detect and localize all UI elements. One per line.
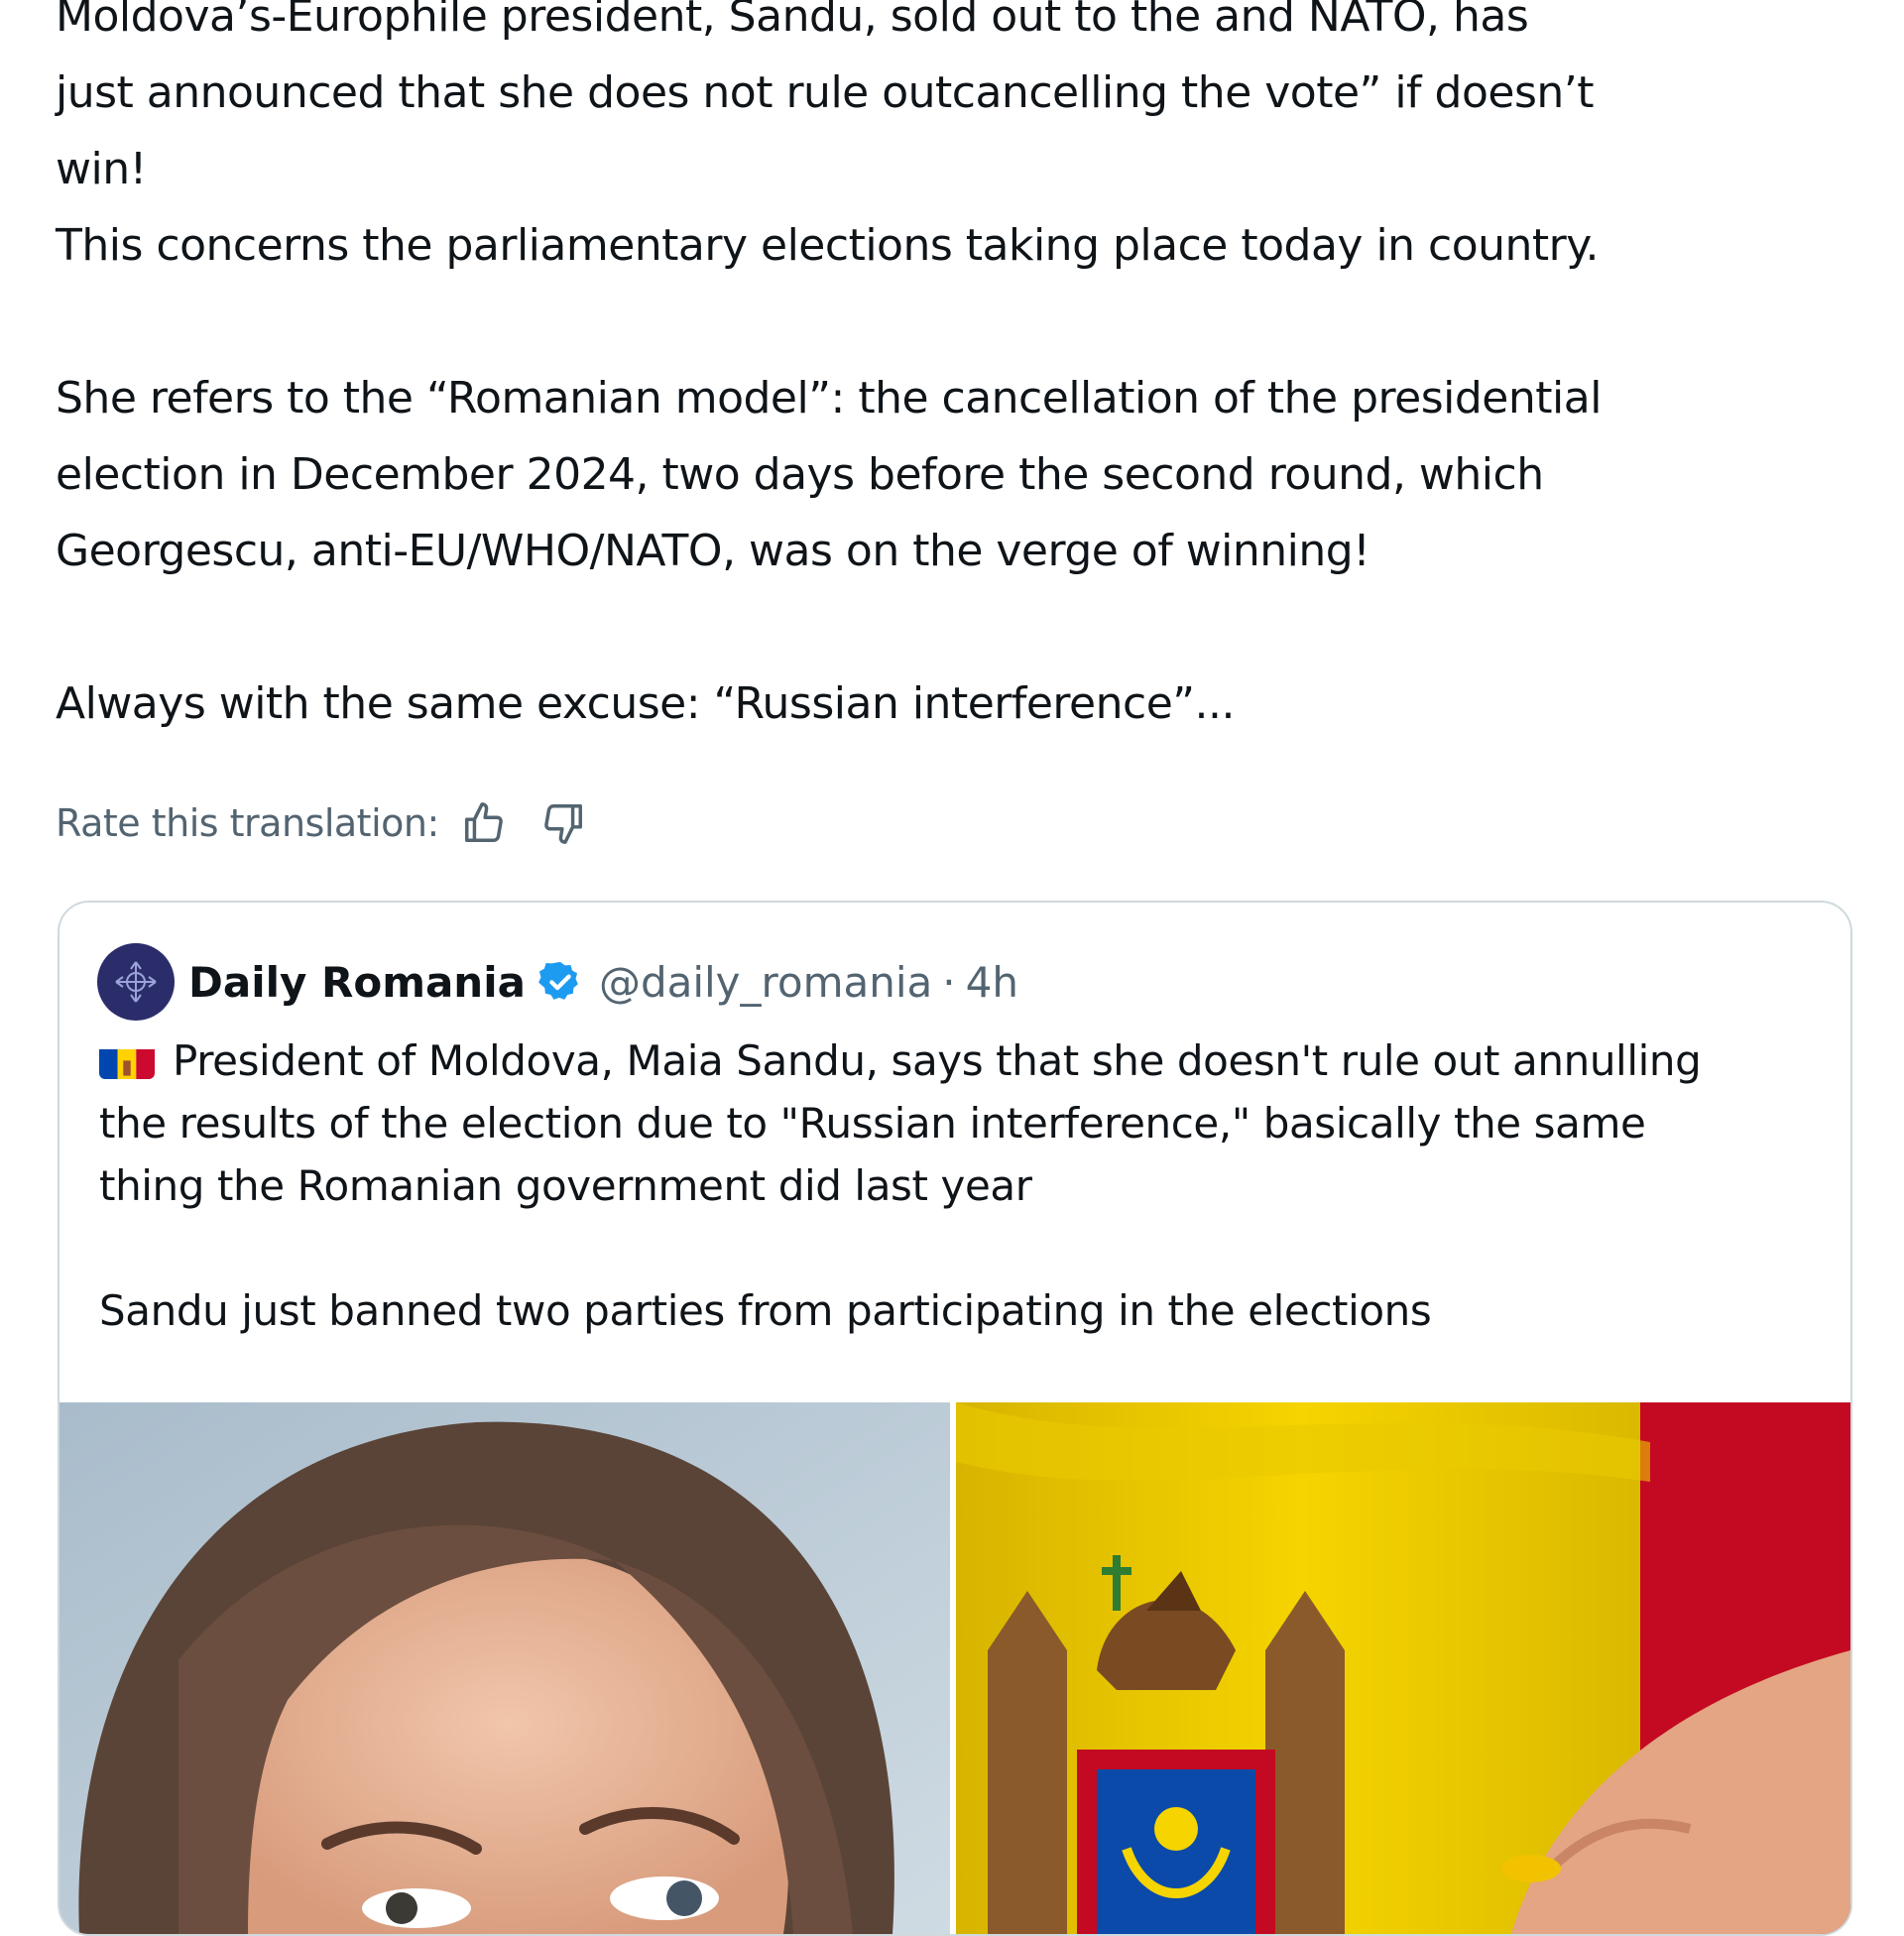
quoted-post-header: Daily Romania @daily_romania · 4h [97,942,1018,1022]
thumbs-down-icon[interactable] [538,798,588,848]
quoted-post-text: President of Moldova, Maia Sandu, says t… [99,1029,1825,1342]
quote-line: Sandu just banned two parties from parti… [99,1286,1432,1335]
post-line: election in December 2024, two days befo… [56,449,1544,500]
portrait-photo[interactable] [60,1402,950,1934]
post-line: Moldova’s-Europhile president, Sandu, so… [56,0,1529,42]
post-line: win! [56,144,147,194]
author-handle[interactable]: @daily_romania [599,958,932,1007]
verified-badge-icon [537,959,583,1005]
quote-line: thing the Romanian government did last y… [99,1161,1032,1210]
post-line: just announced that she does not rule ou… [56,67,1595,118]
author-name[interactable]: Daily Romania [188,958,526,1007]
post-time[interactable]: 4h [966,958,1018,1007]
quoted-post-card[interactable]: Daily Romania @daily_romania · 4h Presid… [58,901,1852,1936]
post-body: Moldova’s-Europhile president, Sandu, so… [56,0,1860,742]
rate-translation-row: Rate this translation: [56,793,618,853]
thumbs-up-icon[interactable] [459,798,509,848]
post-line: She refers to the “Romanian model”: the … [56,373,1602,424]
rate-translation-label: Rate this translation: [56,801,439,845]
quote-line-text: President of Moldova, Maia Sandu, says t… [173,1036,1702,1085]
quote-line: President of Moldova, Maia Sandu, says t… [99,1029,1825,1092]
flag-ballot-photo[interactable] [956,1402,1850,1934]
post-line: Always with the same excuse: “Russian in… [56,678,1236,729]
post-line: Georgescu, anti-EU/WHO/NATO, was on the … [56,526,1370,576]
quoted-post-media [60,1402,1850,1934]
post-line: This concerns the parliamentary election… [56,220,1600,271]
quote-line: the results of the election due to "Russ… [99,1099,1646,1148]
moldova-flag-icon [99,1041,155,1079]
avatar[interactable] [97,943,175,1021]
separator-dot: · [942,957,956,1007]
